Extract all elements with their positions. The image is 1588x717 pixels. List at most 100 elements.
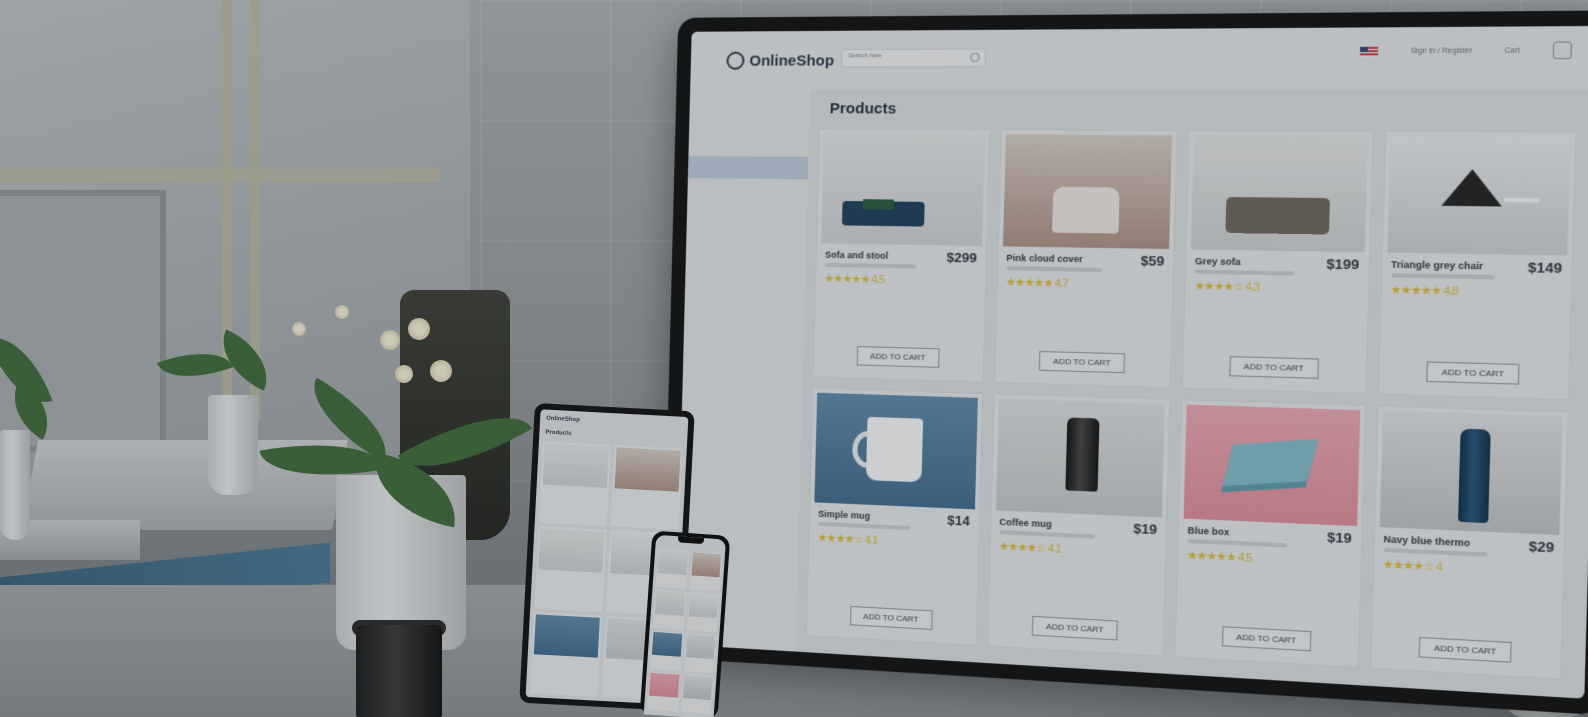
logo-icon: [726, 51, 745, 70]
product-card[interactable]: Triangle grey chair $149 ★★★★★ 4.8 ADD TO C…: [1377, 130, 1577, 401]
sidebar-item[interactable]: [687, 200, 807, 224]
tablet-logo: OnlineShop: [546, 415, 580, 424]
sidebar-item[interactable]: [687, 156, 809, 180]
language-flag-icon[interactable]: [1360, 46, 1379, 56]
product-name[interactable]: Sofa and stool: [825, 250, 889, 261]
sidebar-item[interactable]: [687, 178, 807, 201]
product-image[interactable]: [1190, 135, 1368, 253]
phone-product-image: [648, 672, 680, 698]
phone-product-card[interactable]: [649, 630, 683, 671]
product-card[interactable]: Pink cloud cover $59 ★★★★★ 4.7 ADD TO CART: [993, 129, 1178, 389]
product-card[interactable]: Coffee mug $19 ★★★★☆ 4.1 ADD TO CART: [986, 393, 1171, 657]
product-price: $14: [947, 512, 971, 529]
cart-link[interactable]: Cart: [1505, 47, 1521, 55]
product-price: $149: [1527, 259, 1563, 277]
tablet-product-image: [538, 528, 605, 573]
orchid-flower: [408, 318, 430, 340]
product-shape: [1225, 196, 1331, 235]
product-description: [817, 521, 910, 531]
product-image[interactable]: [1386, 136, 1571, 256]
phone-device: [639, 530, 731, 717]
sidebar-item[interactable]: [689, 112, 809, 135]
site-logo[interactable]: OnlineShop: [726, 51, 834, 70]
add-to-cart-button[interactable]: ADD TO CART: [856, 346, 940, 368]
product-card[interactable]: Sofa and stool $299 ★★★★★ 4.5 ADD TO CART: [812, 128, 990, 383]
product-name[interactable]: Coffee mug: [999, 517, 1052, 530]
phone-product-image: [690, 552, 722, 578]
star-rating: ★★★★★ 4.5: [824, 272, 885, 287]
product-name[interactable]: Simple mug: [818, 509, 870, 522]
shop-website-phone: [643, 534, 727, 717]
tablet-product-card[interactable]: [534, 526, 607, 612]
phone-product-image: [682, 675, 713, 700]
tablet-product-card[interactable]: [529, 611, 602, 697]
product-name[interactable]: Pink cloud cover: [1006, 253, 1083, 265]
product-description: [1187, 538, 1287, 548]
add-to-cart-button[interactable]: ADD TO CART: [1418, 636, 1512, 663]
search-icon[interactable]: [970, 52, 980, 62]
sidebar-item[interactable]: [690, 90, 810, 112]
product-price: $199: [1326, 255, 1360, 273]
phone-notch: [677, 536, 705, 545]
orchid-flower: [335, 305, 349, 319]
add-to-cart-button[interactable]: ADD TO CART: [1039, 350, 1126, 374]
phone-product-card[interactable]: [683, 633, 717, 674]
cart-icon[interactable]: [1552, 41, 1573, 60]
product-image[interactable]: [1183, 404, 1360, 527]
tablet-product-card[interactable]: [610, 445, 683, 531]
phone-product-grid: [647, 548, 723, 717]
phone-product-card[interactable]: [689, 551, 723, 592]
product-description: [1006, 266, 1102, 273]
add-to-cart-button[interactable]: ADD TO CART: [1221, 626, 1311, 652]
sign-in-link[interactable]: Sign in / Register: [1411, 47, 1473, 55]
sidebar-item[interactable]: [686, 222, 806, 246]
tablet-product-image: [614, 447, 681, 492]
add-to-cart-button[interactable]: ADD TO CART: [1032, 615, 1118, 641]
tablet-product-image: [542, 443, 609, 488]
orchid-flower: [380, 330, 400, 350]
phone-product-card[interactable]: [647, 671, 681, 712]
phone-product-image: [685, 634, 716, 659]
add-to-cart-button[interactable]: ADD TO CART: [849, 605, 933, 630]
header-actions: Sign in / Register Cart: [1360, 41, 1573, 60]
tablet-product-card[interactable]: [538, 441, 611, 527]
phone-product-card[interactable]: [680, 673, 714, 715]
product-card[interactable]: Grey sofa $199 ★★★★☆ 4.3 ADD TO CART: [1181, 129, 1374, 395]
coffee-cup: [356, 625, 442, 717]
product-description: [1194, 269, 1295, 276]
product-card[interactable]: Blue box $19 ★★★★★ 4.5 ADD TO CART: [1174, 399, 1366, 669]
product-card[interactable]: Simple mug $14 ★★★★☆ 4.1 ADD TO CART: [805, 387, 983, 646]
add-to-cart-button[interactable]: ADD TO CART: [1229, 356, 1319, 379]
logo-text: OnlineShop: [749, 51, 835, 70]
phone-product-card[interactable]: [686, 592, 720, 633]
product-name[interactable]: Blue box: [1187, 525, 1229, 537]
product-image[interactable]: [814, 392, 978, 510]
product-name[interactable]: Navy blue thermo: [1383, 534, 1470, 549]
product-card[interactable]: Navy blue thermo $29 ★★★★☆ 4 ADD TO CART: [1369, 405, 1569, 680]
sidebar-item[interactable]: [688, 134, 808, 157]
product-name[interactable]: Triangle grey chair: [1391, 259, 1483, 271]
plant-pot: [208, 395, 258, 495]
star-rating: ★★★★☆ 4.1: [998, 540, 1061, 556]
phone-product-card[interactable]: [652, 589, 686, 630]
product-image[interactable]: [1379, 410, 1563, 535]
product-description: [824, 262, 917, 269]
search-input[interactable]: Search here: [840, 48, 987, 68]
product-name[interactable]: Grey sofa: [1195, 256, 1241, 267]
orchid-flower: [395, 365, 413, 383]
product-image[interactable]: [1002, 134, 1173, 250]
star-rating: ★★★★★ 4.8: [1390, 283, 1458, 299]
orchid-flower: [430, 360, 452, 382]
phone-product-card[interactable]: [655, 548, 689, 589]
star-rating: ★★★★☆ 4.1: [817, 531, 878, 548]
product-image[interactable]: [995, 398, 1165, 518]
phone-product-image: [657, 550, 688, 575]
product-price: $19: [1133, 520, 1158, 538]
product-price: $29: [1528, 538, 1555, 556]
product-image[interactable]: [821, 133, 985, 247]
add-to-cart-button[interactable]: ADD TO CART: [1426, 361, 1520, 385]
star-rating: ★★★★☆ 4.3: [1194, 280, 1260, 295]
sidebar-item[interactable]: [686, 244, 806, 268]
product-shape: [1457, 428, 1491, 524]
plant-pot: [0, 430, 30, 540]
